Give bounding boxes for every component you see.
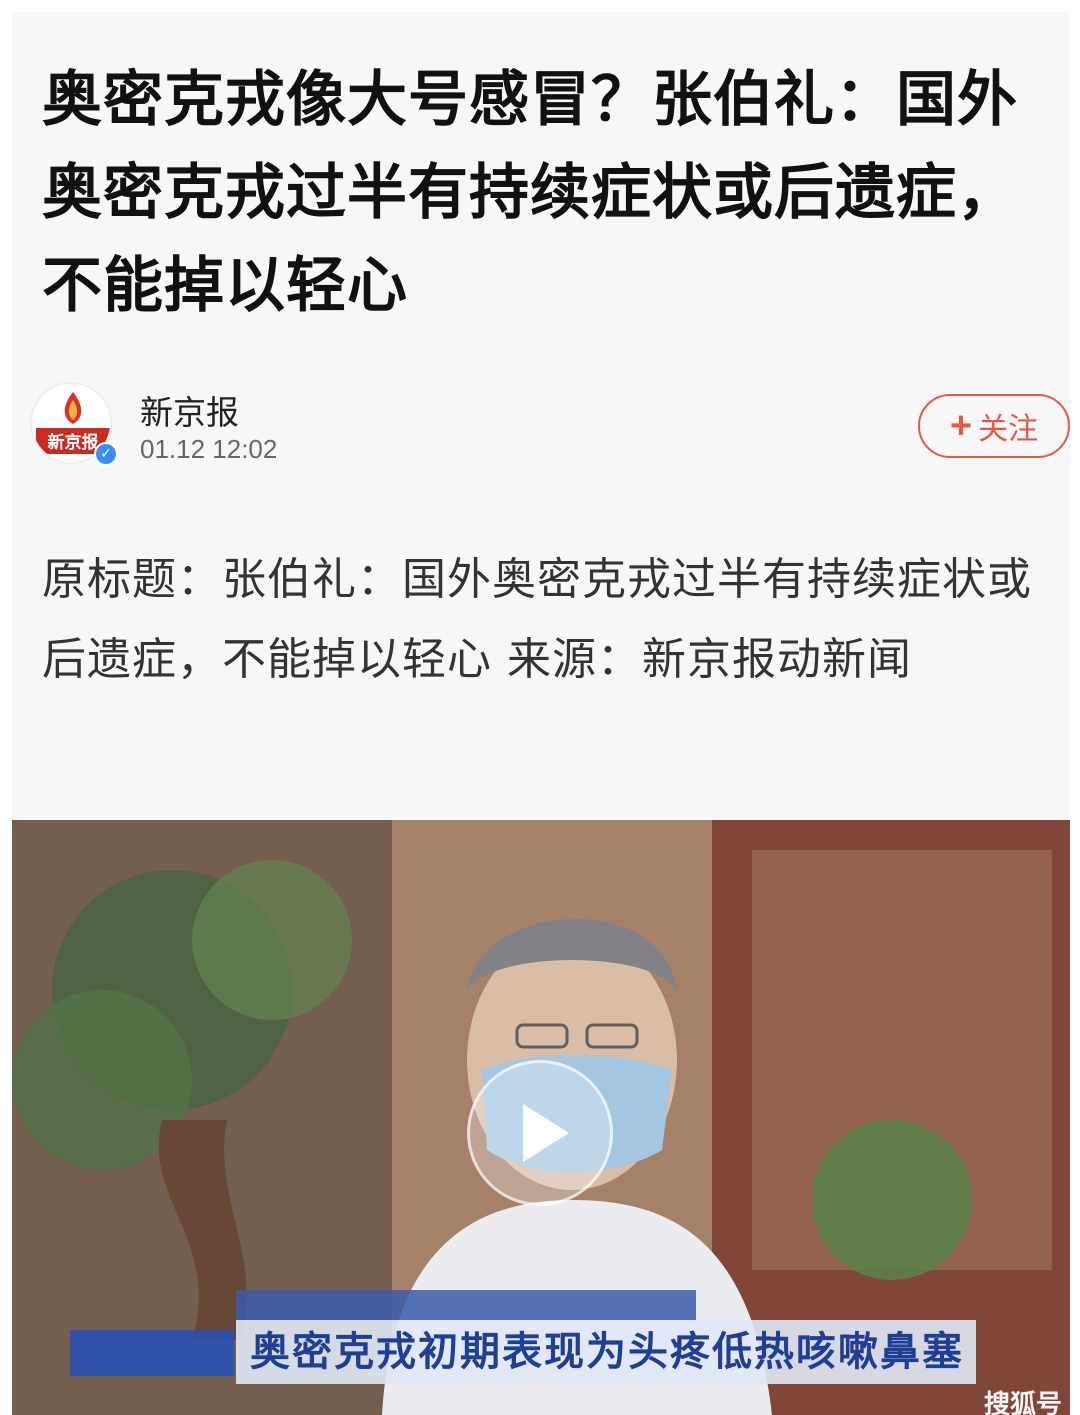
follow-label: 关注 [978, 413, 1039, 446]
svg-text:新京报: 新京报 [48, 432, 99, 453]
author-row: 新京报 ✓ 新京报 01.12 12:02 + 关注 [30, 382, 1070, 492]
watermark: 搜狐号 [983, 1390, 1062, 1415]
article-headline: 奥密克戎像大号感冒？张伯礼：国外奥密克戎过半有持续症状或后遗症，不能掉以轻心 [42, 65, 1018, 321]
video-subcaption-bar [236, 1290, 696, 1320]
video-player[interactable]: 奥密克戎初期表现为头疼低热咳嗽鼻塞 搜狐号 [12, 820, 1070, 1415]
play-icon [523, 1104, 569, 1162]
plus-icon: + [949, 405, 973, 447]
author-name[interactable]: 新京报 [140, 386, 239, 434]
video-channel-box [70, 1330, 234, 1376]
video-caption: 奥密克戎初期表现为头疼低热咳嗽鼻塞 [236, 1320, 976, 1384]
verified-badge-icon: ✓ [94, 442, 118, 466]
article-body-text: 原标题：张伯礼：国外奥密克戎过半有持续症状或后遗症，不能掉以轻心 来源：新京报动… [42, 554, 1032, 685]
follow-button[interactable]: + 关注 [918, 394, 1070, 458]
publish-time: 01.12 12:02 [140, 434, 278, 464]
article-page: 奥密克戎像大号感冒？张伯礼：国外奥密克戎过半有持续症状或后遗症，不能掉以轻心 新… [12, 12, 1070, 1415]
play-button[interactable] [467, 1060, 613, 1206]
